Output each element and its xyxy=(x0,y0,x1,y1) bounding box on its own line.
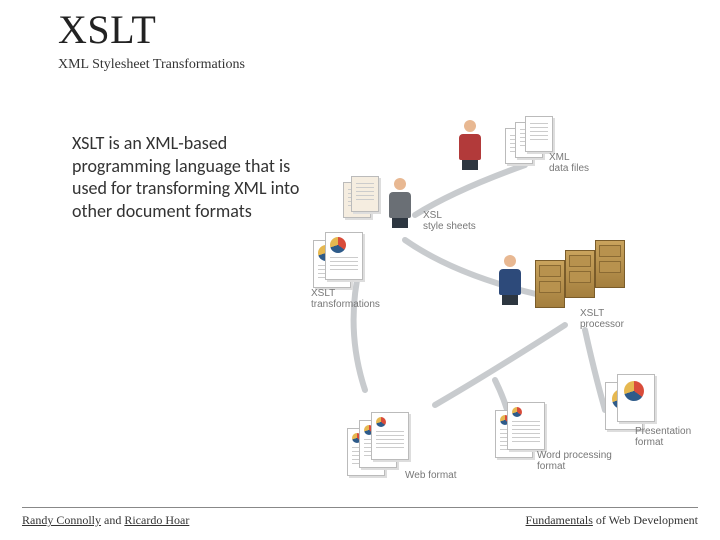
cabinet-icon xyxy=(595,240,625,288)
book-title-2: of Web Development xyxy=(593,513,698,527)
author-person-icon xyxy=(455,120,485,168)
label-xsl-sheets: XSL style sheets xyxy=(423,210,476,232)
label-presentation: Presentation format xyxy=(635,426,691,448)
slide: XSLT XML Stylesheet Transformations XSLT… xyxy=(0,0,720,540)
designer-person-icon xyxy=(385,178,415,226)
label-web: Web format xyxy=(405,470,457,481)
label-xslt-trans: XSLT transformations xyxy=(311,288,380,310)
author-2: Ricardo Hoar xyxy=(124,513,189,527)
footer-left: Randy Connolly and Ricardo Hoar xyxy=(22,513,189,528)
processor-person-icon xyxy=(495,255,525,303)
web-doc-icon xyxy=(371,412,409,460)
author-1: Randy Connolly xyxy=(22,513,101,527)
diagram: XML data files XSL style sheets XSLT tra… xyxy=(305,110,715,500)
transform-doc-icon xyxy=(325,232,363,280)
label-wordproc: Word processing format xyxy=(537,450,612,472)
xsl-file-icon xyxy=(351,176,379,212)
slide-title: XSLT xyxy=(58,6,156,53)
cabinet-icon xyxy=(565,250,595,298)
xml-file-icon xyxy=(525,116,553,152)
slide-subtitle: XML Stylesheet Transformations xyxy=(58,57,245,73)
footer-right: Fundamentals of Web Development xyxy=(526,513,698,528)
body-text: XSLT is an XML-based programming languag… xyxy=(72,132,302,222)
author-sep: and xyxy=(101,513,124,527)
label-xml-data: XML data files xyxy=(549,152,589,174)
cabinet-icon xyxy=(535,260,565,308)
presentation-doc-icon xyxy=(617,374,655,422)
label-xslt-proc: XSLT processor xyxy=(580,308,624,330)
footer-divider xyxy=(22,507,698,508)
wordproc-doc-icon xyxy=(507,402,545,450)
book-title-1: Fundamentals xyxy=(526,513,593,527)
